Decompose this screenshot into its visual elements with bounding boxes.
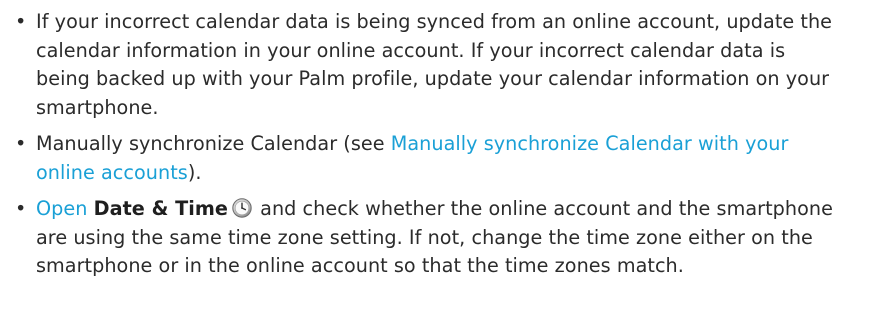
date-time-app-name: Date & Time [93,197,228,220]
bullet-item-manual-sync: • Manually synchronize Calendar (see Man… [10,130,841,187]
bullet-dot: • [15,10,27,33]
clock-icon [232,198,252,218]
bullet-text: If your incorrect calendar data is being… [36,10,833,119]
bullet-dot: • [15,197,27,220]
open-link[interactable]: Open [36,197,87,220]
bullet-text: Manually synchronize Calendar (see [36,132,391,155]
bullet-dot: • [15,132,27,155]
bullet-text-end: ). [187,160,202,184]
bullet-list: • If your incorrect calendar data is bei… [10,8,841,281]
bullet-item-online-account: • If your incorrect calendar data is bei… [10,8,841,122]
bullet-item-time-zone: • Open Date & Time and check whether the… [10,195,841,281]
troubleshooting-steps: • If your incorrect calendar data is bei… [0,0,871,333]
